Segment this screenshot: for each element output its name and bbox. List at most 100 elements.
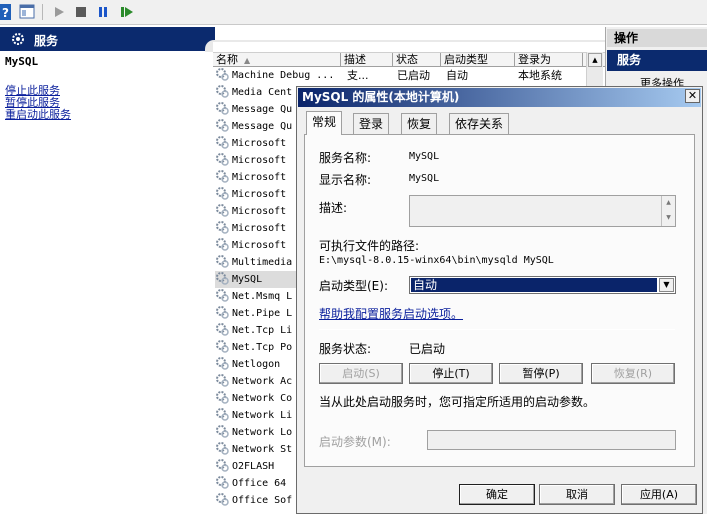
display-name-value: MySQL (409, 173, 440, 184)
help-configure-link[interactable]: 帮助我配置服务启动选项。 (319, 305, 463, 322)
gear-icon (215, 458, 229, 472)
description-scrollbar[interactable]: ▲ ▼ (661, 196, 675, 226)
gear-icon (215, 356, 229, 370)
tab-logon[interactable]: 登录 (353, 113, 390, 134)
service-name: MySQL (232, 274, 263, 285)
scroll-up-icon[interactable]: ▲ (662, 196, 675, 211)
startup-type-select[interactable]: 自动 ▼ (409, 276, 676, 294)
service-name: Microsoft (232, 223, 287, 234)
table-row[interactable]: Network Lo (215, 424, 301, 441)
gear-icon (215, 441, 229, 455)
apply-button[interactable]: 应用(A) (621, 484, 697, 505)
gear-icon (215, 322, 229, 336)
actions-section[interactable]: 服务 (607, 50, 707, 71)
table-row[interactable]: Network Co (215, 390, 301, 407)
gear-icon (215, 152, 229, 166)
pause-button[interactable]: 暂停(P) (499, 363, 583, 384)
service-name: Network Li (232, 410, 293, 421)
table-row[interactable]: Microsoft (215, 237, 301, 254)
column-logon[interactable]: 登录为 (515, 53, 583, 67)
table-row[interactable]: O2FLASH (215, 458, 301, 475)
gear-icon (215, 118, 229, 132)
service-name-label: 服务名称: (319, 151, 372, 165)
service-name: Microsoft (232, 172, 287, 183)
restart-service-link[interactable]: 重启动此服务 (5, 106, 71, 122)
gear-icon (215, 373, 229, 387)
start-params-label: 启动参数(M): (319, 435, 391, 449)
description-field[interactable]: ▲ ▼ (409, 195, 676, 227)
scroll-down-icon[interactable]: ▼ (662, 211, 675, 226)
table-row[interactable]: Message Qu (215, 118, 301, 135)
play-icon[interactable] (50, 3, 68, 21)
table-row[interactable]: Net.Tcp Li (215, 322, 301, 339)
table-row[interactable]: Netlogon (215, 356, 301, 373)
service-name: Netlogon (232, 359, 281, 370)
table-row[interactable]: Message Qu (215, 101, 301, 118)
gear-icon (215, 186, 229, 200)
sort-asc-icon: ▲ (244, 56, 251, 65)
table-row[interactable]: Media Cent (215, 84, 301, 101)
table-row[interactable]: MySQL (215, 271, 297, 288)
gear-icon (215, 101, 229, 115)
service-name: Network Ac (232, 376, 293, 387)
start-params-input[interactable] (427, 430, 676, 450)
table-row[interactable]: Office 64 (215, 475, 301, 492)
column-description[interactable]: 描述 (341, 53, 393, 67)
console-tree-icon[interactable] (18, 3, 36, 21)
column-status[interactable]: 状态 (393, 53, 441, 67)
table-row[interactable]: Microsoft (215, 152, 301, 169)
toolbar: ? (0, 0, 707, 25)
status-label: 服务状态: (319, 342, 372, 356)
stop-button[interactable]: 停止(T) (409, 363, 493, 384)
gear-icon (12, 33, 24, 45)
stop-icon[interactable] (72, 3, 90, 21)
start-button[interactable]: 启动(S) (319, 363, 403, 384)
column-startup-type[interactable]: 启动类型 (441, 53, 515, 67)
gear-icon (215, 492, 229, 506)
service-name: Microsoft (232, 189, 287, 200)
status-value: 已启动 (409, 342, 446, 356)
help-icon[interactable]: ? (0, 3, 12, 21)
service-name: Net.Tcp Li (232, 325, 293, 336)
exe-path-label: 可执行文件的路径: (319, 239, 420, 253)
left-panel-header: 服务 (0, 27, 215, 51)
restart-icon[interactable] (118, 3, 136, 21)
service-name: Media Cent (232, 87, 293, 98)
service-name: Machine Debug ... (232, 70, 335, 81)
table-row[interactable]: Microsoft (215, 135, 301, 152)
table-row[interactable]: Multimedia (215, 254, 301, 271)
service-description: 支... (347, 69, 369, 82)
column-name[interactable]: 名称 ▲ (213, 53, 341, 67)
display-name-label: 显示名称: (319, 173, 372, 187)
table-row[interactable]: Net.Tcp Po (215, 339, 301, 356)
service-name: Microsoft (232, 138, 287, 149)
list-header: 名称 ▲ 描述 状态 启动类型 登录为 (213, 52, 605, 67)
service-name: Network St (232, 444, 293, 455)
resume-button[interactable]: 恢复(R) (591, 363, 675, 384)
table-row[interactable]: Network Li (215, 407, 301, 424)
chevron-down-icon[interactable]: ▼ (659, 278, 674, 292)
gear-icon (215, 203, 229, 217)
gear-icon (215, 135, 229, 149)
properties-dialog: MySQL 的属性(本地计算机) ✕ 常规 登录 恢复 依存关系 服务名称: M… (296, 86, 703, 514)
tab-dependencies[interactable]: 依存关系 (449, 113, 510, 134)
service-name: Network Co (232, 393, 293, 404)
table-row[interactable]: Microsoft (215, 169, 301, 186)
scroll-up-icon[interactable]: ▲ (588, 53, 602, 67)
gear-icon (215, 254, 229, 268)
table-row[interactable]: Microsoft (215, 220, 301, 237)
table-row[interactable]: Microsoft (215, 186, 301, 203)
table-row[interactable]: Network Ac (215, 373, 301, 390)
ok-button[interactable]: 确定 (459, 484, 535, 505)
tab-general[interactable]: 常规 (306, 111, 343, 135)
pause-icon[interactable] (94, 3, 112, 21)
close-icon[interactable]: ✕ (685, 89, 700, 103)
table-row[interactable]: Office Sof (215, 492, 301, 509)
table-row[interactable]: Network St (215, 441, 301, 458)
gear-icon (215, 339, 229, 353)
table-row[interactable]: Net.Msmq L (215, 288, 301, 305)
table-row[interactable]: Net.Pipe L (215, 305, 301, 322)
tab-recovery[interactable]: 恢复 (401, 113, 438, 134)
table-row[interactable]: Microsoft (215, 203, 301, 220)
cancel-button[interactable]: 取消 (539, 484, 615, 505)
